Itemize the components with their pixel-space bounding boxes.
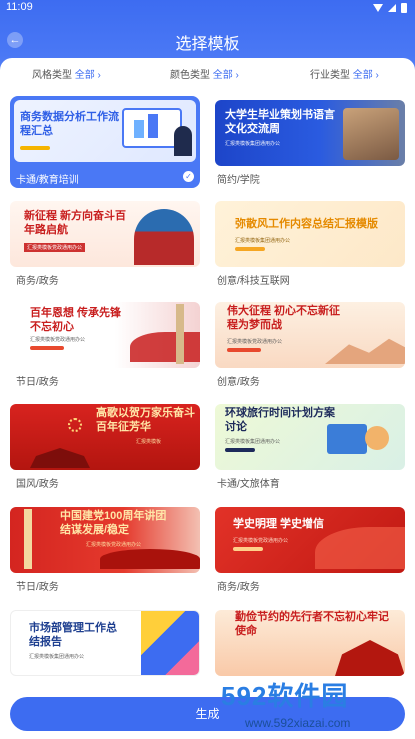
template-card-7[interactable]: 高歌以贺万家乐奋斗百年征芳华 汇报类模板 国风/政务 [10,404,200,492]
template-thumb-9: 中国建党100周年讲团结谋发展/稳定 汇报类模板党政通用办公 [10,507,200,573]
template-thumb-10: 学史明理 学史增信 汇报类模板党政通用办公 [215,507,405,573]
geometric-decoration [141,611,199,675]
template-card-9[interactable]: 中国建党100周年讲团结谋发展/稳定 汇报类模板党政通用办公 节日/政务 [10,507,200,595]
template-card-8[interactable]: 环球旅行时间计划方案讨论 汇报类模板集团通用办公 卡通/文旅体育 [215,404,405,492]
template-category-4: 创意/科技互联网 [217,276,290,287]
template-sub-4: 汇报类模板集团通用办公 [235,238,291,244]
template-title-8: 环球旅行时间计划方案讨论 [225,407,335,433]
status-bar: 11:09 [0,0,415,16]
template-category-7: 国风/政务 [16,479,59,490]
great-wall-illustration [325,338,405,364]
template-title-4: 弥散风工作内容总结汇报模版 [235,218,378,230]
person-illustration [174,126,192,156]
template-category-2: 简约/学院 [217,175,260,186]
battery-icon [401,3,407,13]
temple-of-heaven-illustration [134,209,194,265]
wifi-icon [373,4,383,12]
filter-color[interactable]: 颜色类型 全部 › [170,66,239,81]
filter-style[interactable]: 风格类型 全部 › [32,66,101,81]
template-sub-5: 汇报类模板党政通用办公 [30,337,86,343]
status-icons [373,3,407,13]
template-bar-6 [227,348,261,352]
template-bar-5 [30,346,64,350]
template-sub-3: 汇报类模板党政通用办公 [24,243,86,252]
page-title: 选择模板 [175,36,240,53]
template-thumb-7: 高歌以贺万家乐奋斗百年征芳华 汇报类模板 [10,404,200,470]
template-category-6: 创意/政务 [217,377,260,388]
template-title-12: 勤俭节约的先行者不忘初心牢记使命 [235,611,389,637]
template-title-6: 伟大征程 初心不忘新征程为梦而战 [227,305,341,331]
watermark-brand: 592软件园 [221,681,349,711]
filter-bar: 风格类型 全部 › 颜色类型 全部 › 行业类型 全部 › [0,66,415,82]
template-card-2[interactable]: 大学生毕业策划书语言文化交流周 汇报类模板集团通用办公 简约/学院 [215,100,405,188]
template-bar-1 [20,146,50,150]
template-card-3[interactable]: 新征程 新方向奋斗百年路启航 汇报类模板党政通用办公 商务/政务 [10,201,200,289]
pillar-illustration [176,304,184,364]
watermark-url: www.592xiazai.com [245,716,351,730]
template-card-11[interactable]: 市场部管理工作总结报告 汇报类模板集团通用办公 [10,610,200,690]
template-bar-10 [233,547,263,551]
pillar-illustration [24,509,32,569]
template-category-10: 商务/政务 [217,582,260,593]
template-sub-2: 汇报类模板集团通用办公 [225,141,281,147]
template-card-1[interactable]: 商务数据分析工作流程汇总 卡通/教育培训 ✓ [10,96,200,188]
chart-bar-illustration [134,120,144,138]
filter-industry-label: 行业类型 [310,70,350,81]
filter-industry[interactable]: 行业类型 全部 › [310,66,379,81]
template-bar-4 [235,247,265,251]
filter-style-label: 风格类型 [32,70,72,81]
template-sub-7: 汇报类模板 [136,439,162,445]
template-title-3: 新征程 新方向奋斗百年路启航 [24,210,127,236]
template-title-9: 中国建党100周年讲团结谋发展/稳定 [60,510,167,536]
status-time: 11:09 [6,1,33,13]
template-thumb-6: 伟大征程 初心不忘新征程为梦而战 汇报类模板党政通用办公 [215,302,405,368]
ribbon-illustration [100,549,200,569]
template-thumb-1: 商务数据分析工作流程汇总 [14,100,196,162]
template-category-9: 节日/政务 [16,582,59,593]
template-thumb-3: 新征程 新方向奋斗百年路启航 汇报类模板党政通用办公 [10,201,200,267]
template-title-11: 市场部管理工作总结报告 [29,622,117,648]
filter-industry-value: 全部 › [352,70,379,81]
template-thumb-4: 弥散风工作内容总结汇报模版 汇报类模板集团通用办公 [215,201,405,267]
template-sub-11: 汇报类模板集团通用办公 [29,654,85,660]
filter-style-value: 全部 › [74,70,101,81]
students-photo [343,108,399,160]
chart-bar-illustration [148,114,158,138]
template-title-2: 大学生毕业策划书语言文化交流周 [225,109,335,135]
check-icon: ✓ [183,171,194,182]
template-category-3: 商务/政务 [16,276,59,287]
traveler-illustration [365,426,389,450]
template-sub-9: 汇报类模板党政通用办公 [86,542,142,548]
template-category-1: 卡通/教育培训 [16,175,79,186]
template-bar-8 [225,448,255,452]
template-category-8: 卡通/文旅体育 [217,479,280,490]
template-sub-8: 汇报类模板集团通用办公 [225,439,281,445]
template-title-1: 商务数据分析工作流程汇总 [20,111,119,137]
ribbon-illustration [315,527,405,569]
template-card-5[interactable]: 百年恩想 传承先锋不忘初心 汇报类模板党政通用办公 节日/政务 [10,302,200,390]
template-thumb-2: 大学生毕业策划书语言文化交流周 汇报类模板集团通用办公 [215,100,405,166]
template-card-6[interactable]: 伟大征程 初心不忘新征程为梦而战 汇报类模板党政通用办公 创意/政务 [215,302,405,390]
template-thumb-5: 百年恩想 传承先锋不忘初心 汇报类模板党政通用办公 [10,302,200,368]
book-illustration [327,424,367,454]
template-title-7: 高歌以贺万家乐奋斗百年征芳华 [96,407,195,433]
gate-illustration [30,448,90,468]
template-card-10[interactable]: 学史明理 学史增信 汇报类模板党政通用办公 商务/政务 [215,507,405,595]
filter-color-value: 全部 › [212,70,239,81]
watermark: 592软件园 www.592xiazai.com [205,664,415,739]
template-thumb-11: 市场部管理工作总结报告 汇报类模板集团通用办公 [10,610,200,676]
filter-color-label: 颜色类型 [170,70,210,81]
template-sub-6: 汇报类模板党政通用办公 [227,339,283,345]
firework-icon [68,418,82,432]
template-sub-10: 汇报类模板党政通用办公 [233,538,289,544]
template-category-5: 节日/政务 [16,377,59,388]
template-card-4[interactable]: 弥散风工作内容总结汇报模版 汇报类模板集团通用办公 创意/科技互联网 [215,201,405,289]
template-thumb-8: 环球旅行时间计划方案讨论 汇报类模板集团通用办公 [215,404,405,470]
signal-icon [388,4,396,12]
template-title-5: 百年恩想 传承先锋不忘初心 [30,307,122,333]
ribbon-illustration [130,332,200,362]
